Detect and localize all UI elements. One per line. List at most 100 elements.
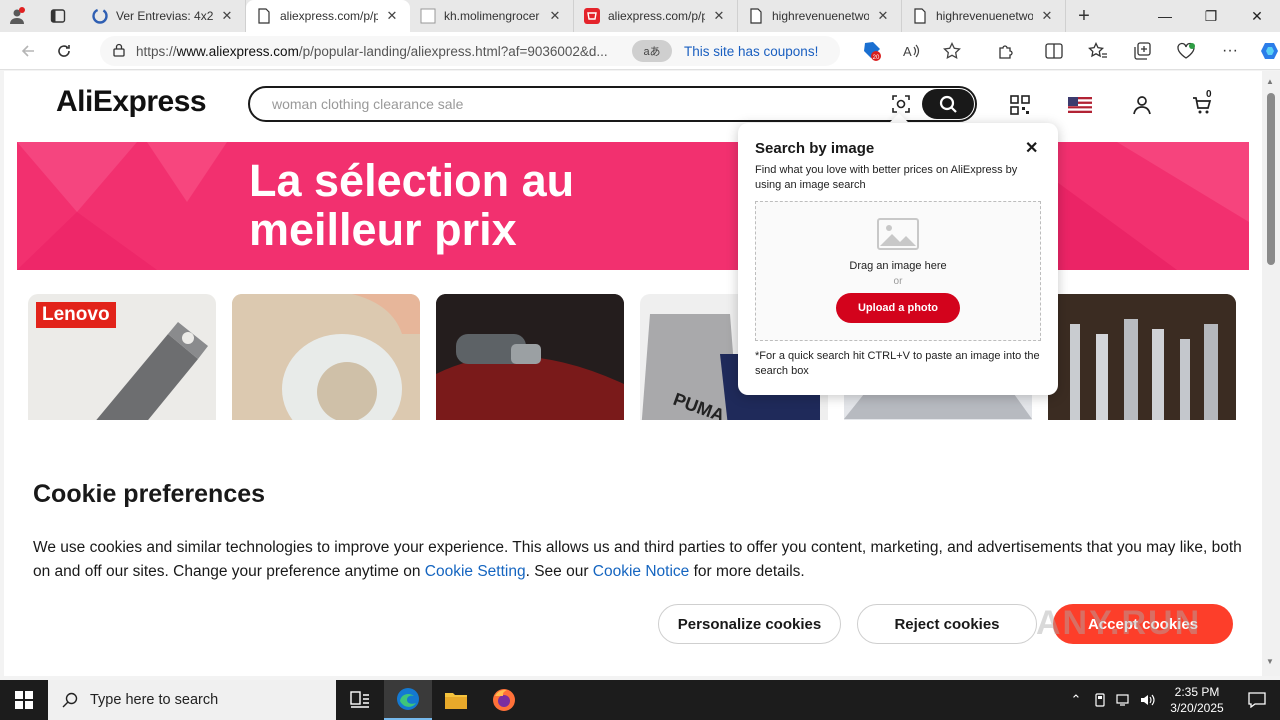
more-menu-icon[interactable]: ··· [1210, 36, 1250, 66]
tab-highrevenue-2[interactable]: highrevenuenetwo ✕ [902, 0, 1066, 32]
blank-page-icon [420, 8, 436, 24]
tab-highrevenue-1[interactable]: highrevenuenetwo ✕ [738, 0, 902, 32]
address-field[interactable]: https://www.aliexpress.com/p/popular-lan… [100, 36, 840, 66]
anyrun-watermark: ANY.RUN [1036, 604, 1202, 642]
close-popup-icon[interactable]: ✕ [1025, 138, 1038, 158]
url-host: www.aliexpress.com [176, 43, 299, 59]
taskbar-search-placeholder: Type here to search [90, 692, 219, 708]
tab-ver-entrevias[interactable]: Ver Entrevias: 4x2 C ✕ [82, 0, 246, 32]
address-toolbar: https://www.aliexpress.com/p/popular-lan… [0, 32, 1280, 70]
reject-cookies-button[interactable]: Reject cookies [857, 604, 1037, 644]
cookie-title: Cookie preferences [33, 480, 266, 508]
network-icon[interactable] [1112, 693, 1136, 707]
close-tab-icon[interactable]: ✕ [1039, 8, 1055, 24]
browser-sync-icon [92, 8, 108, 24]
url-path: /p/popular-landing/aliexpress.html?af=90… [298, 43, 608, 59]
profile-icon[interactable] [0, 0, 34, 32]
coupon-badge-count: 20 [873, 55, 880, 61]
image-search-popup: Search by image ✕ Find what you love wit… [738, 123, 1058, 395]
tab-aliexpress-2[interactable]: aliexpress.com/p/p ✕ [574, 0, 738, 32]
windows-taskbar: Type here to search ⌃ 2:35 PM 3/20/2025 [0, 680, 1280, 720]
coupons-notice[interactable]: This site has coupons! [684, 44, 818, 59]
browser-essentials-icon[interactable] [1166, 36, 1206, 66]
system-tray: ⌃ 2:35 PM 3/20/2025 [1064, 680, 1280, 720]
scroll-up-arrow[interactable]: ▲ [1266, 77, 1274, 86]
firefox-icon[interactable] [480, 680, 528, 720]
close-tab-icon[interactable]: ✕ [384, 8, 400, 24]
promo-banner[interactable]: La sélection au meilleur prix [17, 142, 1249, 270]
taskbar-search-box[interactable]: Type here to search [48, 680, 336, 720]
paste-hint: *For a quick search hit CTRL+V to paste … [755, 350, 1040, 377]
qr-code-icon[interactable] [1008, 93, 1032, 117]
web-page: AliExpress woman clothing clearance sale… [4, 71, 1262, 676]
aliexpress-cart-icon [584, 8, 600, 24]
shopping-coupon-icon[interactable]: 20 [852, 36, 892, 66]
lock-icon[interactable] [112, 43, 126, 60]
aliexpress-logo[interactable]: AliExpress [56, 85, 207, 119]
extensions-icon[interactable] [986, 36, 1026, 66]
banner-pattern [17, 142, 1249, 270]
search-bar: woman clothing clearance sale [248, 86, 977, 122]
tab-molimengrocer[interactable]: kh.molimengrocer ✕ [410, 0, 574, 32]
tab-title: aliexpress.com/p/p [280, 9, 378, 23]
restore-icon[interactable]: ❐ [1188, 0, 1234, 32]
search-button[interactable] [922, 89, 974, 119]
close-tab-icon[interactable]: ✕ [875, 8, 891, 24]
task-view-icon[interactable] [336, 680, 384, 720]
volume-icon[interactable] [1136, 693, 1160, 707]
popup-description: Find what you love with better prices on… [755, 164, 1018, 191]
read-aloud-icon[interactable]: A [892, 36, 932, 66]
windows-start-icon[interactable] [0, 680, 48, 720]
cookie-text-part: for more details. [689, 563, 805, 580]
close-window-icon[interactable]: ✕ [1234, 0, 1280, 32]
page-icon [748, 8, 764, 24]
cookie-description: We use cookies and similar technologies … [33, 536, 1243, 584]
scrollbar-thumb[interactable] [1267, 93, 1275, 265]
upload-photo-button[interactable]: Upload a photo [836, 293, 960, 323]
edge-taskbar-icon[interactable] [384, 680, 432, 720]
show-hidden-icons[interactable]: ⌃ [1064, 692, 1088, 708]
tab-title: highrevenuenetwo [772, 9, 869, 23]
tab-actions-icon[interactable] [34, 0, 82, 32]
image-drop-zone[interactable]: Drag an image here or Upload a photo [755, 201, 1041, 341]
close-tab-icon[interactable]: ✕ [547, 8, 563, 24]
back-icon[interactable] [10, 35, 46, 67]
tab-title: aliexpress.com/p/p [608, 9, 705, 23]
close-tab-icon[interactable]: ✕ [219, 8, 235, 24]
popup-title: Search by image [755, 140, 875, 157]
cookie-text-part: . See our [525, 563, 593, 580]
notifications-icon[interactable] [1234, 692, 1280, 708]
refresh-icon[interactable] [46, 35, 82, 67]
system-clock[interactable]: 2:35 PM 3/20/2025 [1160, 684, 1234, 716]
page-scrollbar[interactable]: ▲ ▼ [1262, 71, 1280, 676]
collections-icon[interactable] [1122, 36, 1162, 66]
file-explorer-icon[interactable] [432, 680, 480, 720]
account-icon[interactable] [1130, 93, 1154, 117]
banner-headline: La sélection au meilleur prix [249, 156, 574, 254]
favorite-star-icon[interactable] [932, 36, 972, 66]
tab-title: highrevenuenetwo [936, 9, 1033, 23]
search-input[interactable]: woman clothing clearance sale [272, 96, 886, 112]
us-flag-icon[interactable] [1068, 93, 1092, 117]
image-placeholder-icon [877, 218, 919, 250]
scroll-down-arrow[interactable]: ▼ [1266, 657, 1274, 666]
close-tab-icon[interactable]: ✕ [711, 8, 727, 24]
personalize-cookies-button[interactable]: Personalize cookies [658, 604, 841, 644]
url-text: https://www.aliexpress.com/p/popular-lan… [136, 44, 624, 59]
search-icon [62, 692, 78, 708]
tab-aliexpress-active[interactable]: aliexpress.com/p/p ✕ [246, 0, 410, 32]
cookie-setting-link[interactable]: Cookie Setting [425, 563, 526, 580]
browser-tab-bar: Ver Entrevias: 4x2 C ✕ aliexpress.com/p/… [0, 0, 1280, 32]
usb-device-icon[interactable] [1088, 693, 1112, 707]
cookie-notice-link[interactable]: Cookie Notice [593, 563, 690, 580]
favorites-icon[interactable] [1078, 36, 1118, 66]
page-icon [912, 8, 928, 24]
translate-button[interactable]: aあ [632, 40, 672, 62]
copilot-icon[interactable] [1250, 36, 1280, 66]
url-prefix: https:// [136, 43, 177, 59]
tab-title: kh.molimengrocer [444, 9, 540, 23]
split-screen-icon[interactable] [1034, 36, 1074, 66]
new-tab-button[interactable]: + [1066, 0, 1102, 32]
minimize-icon[interactable]: — [1142, 0, 1188, 32]
window-controls: — ❐ ✕ [1142, 0, 1280, 32]
